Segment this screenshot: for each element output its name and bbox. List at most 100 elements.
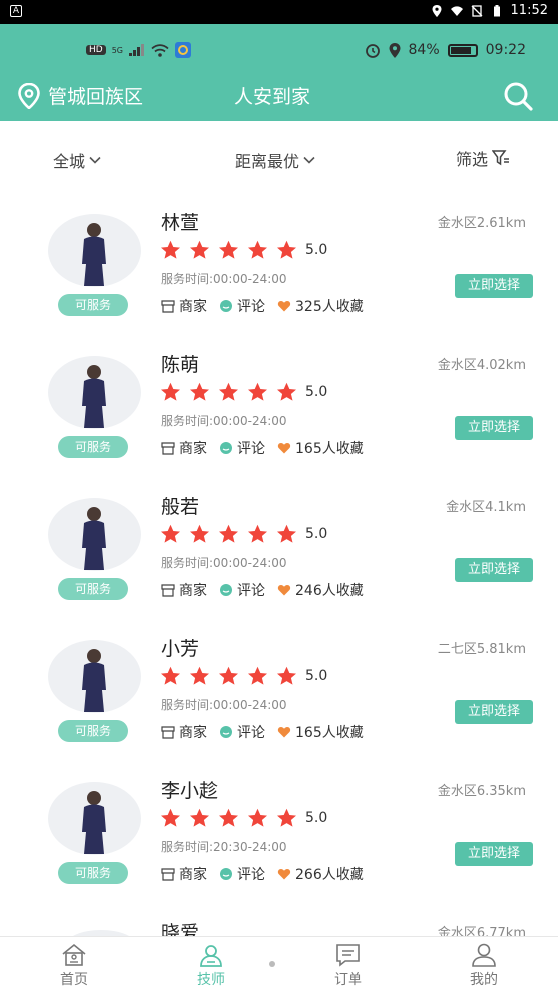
rating-value: 5.0 — [305, 384, 328, 400]
favorite-tag[interactable]: 246人收藏 — [277, 580, 364, 600]
merchant-tag[interactable]: 商家 — [161, 722, 207, 742]
provider-tags: 商家 评论 165人收藏 — [161, 722, 364, 742]
area-filter[interactable]: 全城 — [53, 148, 101, 172]
merchant-label: 商家 — [179, 583, 207, 599]
service-time: 服务时间:00:00-24:00 — [161, 272, 287, 286]
favorite-tag[interactable]: 266人收藏 — [277, 864, 364, 884]
rating-value: 5.0 — [305, 810, 328, 826]
rating-value: 5.0 — [305, 242, 328, 258]
provider-name: 陈萌 — [161, 354, 200, 376]
top-bar: 管城回族区 人安到家 — [0, 72, 558, 120]
favorite-tag[interactable]: 165人收藏 — [277, 722, 364, 742]
shop-icon — [161, 726, 175, 739]
select-button[interactable]: 立即选择 — [455, 416, 533, 440]
avatar — [48, 214, 141, 287]
nav-order-label: 订单 — [334, 972, 362, 988]
provider-name: 李小趁 — [161, 780, 219, 802]
select-button[interactable]: 立即选择 — [455, 700, 533, 724]
comment-tag[interactable]: 评论 — [219, 438, 265, 458]
person-photo-icon — [82, 365, 106, 428]
status-badge: 可服务 — [58, 720, 128, 742]
notification-badge: A — [10, 5, 22, 17]
person-photo-icon — [82, 649, 106, 712]
favorite-count: 165人收藏 — [295, 725, 364, 741]
order-icon — [336, 944, 360, 967]
header-background: HD 5G 84% 09:22 管城回族区 人安到家 — [0, 24, 558, 121]
comment-icon — [220, 584, 232, 596]
comment-tag[interactable]: 评论 — [219, 296, 265, 316]
avatar — [48, 356, 141, 429]
comment-label: 评论 — [237, 725, 265, 741]
person-photo-icon — [82, 507, 106, 570]
service-time: 服务时间:00:00-24:00 — [161, 556, 287, 570]
inner-time: 09:22 — [485, 42, 526, 58]
app-notification-icon — [175, 42, 191, 58]
content-panel: 全城 距离最优 筛选 可服务 林萱 金水区2.61km 5.0 服务时间:00:… — [6, 121, 552, 936]
provider-distance: 金水区6.35km — [437, 784, 526, 799]
star-icon — [248, 666, 267, 685]
nav-profile[interactable]: 我的 — [444, 943, 524, 989]
sim-off-icon — [471, 4, 482, 17]
nav-profile-label: 我的 — [470, 972, 498, 988]
filter-button[interactable]: 筛选 — [456, 146, 510, 170]
comment-label: 评论 — [237, 441, 265, 457]
star-icon — [219, 382, 238, 401]
network-label: 5G — [111, 45, 123, 55]
nav-order[interactable]: 订单 — [308, 943, 388, 989]
select-button[interactable]: 立即选择 — [455, 842, 533, 866]
rating-stars: 5.0 — [160, 524, 327, 544]
comment-tag[interactable]: 评论 — [219, 864, 265, 884]
comment-tag[interactable]: 评论 — [219, 580, 265, 600]
star-icon — [161, 382, 180, 401]
favorite-count: 165人收藏 — [295, 441, 364, 457]
select-button[interactable]: 立即选择 — [455, 274, 533, 298]
merchant-tag[interactable]: 商家 — [161, 864, 207, 884]
chevron-down-icon — [89, 156, 101, 164]
filter-label: 筛选 — [456, 150, 489, 169]
favorite-tag[interactable]: 325人收藏 — [277, 296, 364, 316]
chevron-down-icon — [303, 156, 315, 164]
provider-tags: 商家 评论 246人收藏 — [161, 580, 364, 600]
list-item[interactable]: 可服务 陈萌 金水区4.02km 5.0 服务时间:00:00-24:00 商家… — [6, 348, 552, 490]
status-badge: 可服务 — [58, 436, 128, 458]
comment-icon — [220, 868, 232, 880]
merchant-tag[interactable]: 商家 — [161, 296, 207, 316]
battery-icon — [493, 4, 500, 16]
star-icon — [248, 808, 267, 827]
merchant-tag[interactable]: 商家 — [161, 438, 207, 458]
favorite-tag[interactable]: 165人收藏 — [277, 438, 364, 458]
search-icon[interactable] — [502, 80, 534, 112]
service-time: 服务时间:00:00-24:00 — [161, 698, 287, 712]
comment-icon — [220, 300, 232, 312]
star-icon — [161, 240, 180, 259]
star-icon — [190, 808, 209, 827]
provider-name: 小芳 — [161, 638, 200, 660]
heart-icon — [277, 443, 291, 454]
favorite-count: 246人收藏 — [295, 583, 364, 599]
filter-bar: 全城 距离最优 筛选 — [6, 121, 552, 191]
sort-filter[interactable]: 距离最优 — [235, 148, 315, 172]
service-time: 服务时间:20:30-24:00 — [161, 840, 287, 854]
list-item-partial[interactable]: 晓爱 金水区6.77km — [6, 916, 552, 936]
star-icon — [161, 666, 180, 685]
list-item[interactable]: 可服务 林萱 金水区2.61km 5.0 服务时间:00:00-24:00 商家… — [6, 206, 552, 348]
heart-icon — [277, 585, 291, 596]
list-item[interactable]: 可服务 般若 金水区4.1km 5.0 服务时间:00:00-24:00 商家 … — [6, 490, 552, 632]
list-item[interactable]: 可服务 李小趁 金水区6.35km 5.0 服务时间:20:30-24:00 商… — [6, 774, 552, 916]
select-button[interactable]: 立即选择 — [455, 558, 533, 582]
page-indicator-dot — [269, 961, 275, 967]
nav-technician[interactable]: 技师 — [171, 943, 251, 989]
heart-icon — [277, 301, 291, 312]
merchant-label: 商家 — [179, 299, 207, 315]
merchant-tag[interactable]: 商家 — [161, 580, 207, 600]
provider-distance: 金水区4.1km — [446, 500, 526, 515]
list-item[interactable]: 可服务 小芳 二七区5.81km 5.0 服务时间:00:00-24:00 商家… — [6, 632, 552, 774]
favorite-count: 266人收藏 — [295, 867, 364, 883]
inner-status-bar: HD 5G 84% 09:22 — [86, 42, 526, 62]
rating-stars: 5.0 — [160, 808, 327, 828]
status-badge: 可服务 — [58, 578, 128, 600]
comment-tag[interactable]: 评论 — [219, 722, 265, 742]
nav-home[interactable]: 首页 — [34, 943, 114, 989]
location-selector[interactable]: 管城回族区 — [18, 82, 143, 109]
comment-label: 评论 — [237, 867, 265, 883]
